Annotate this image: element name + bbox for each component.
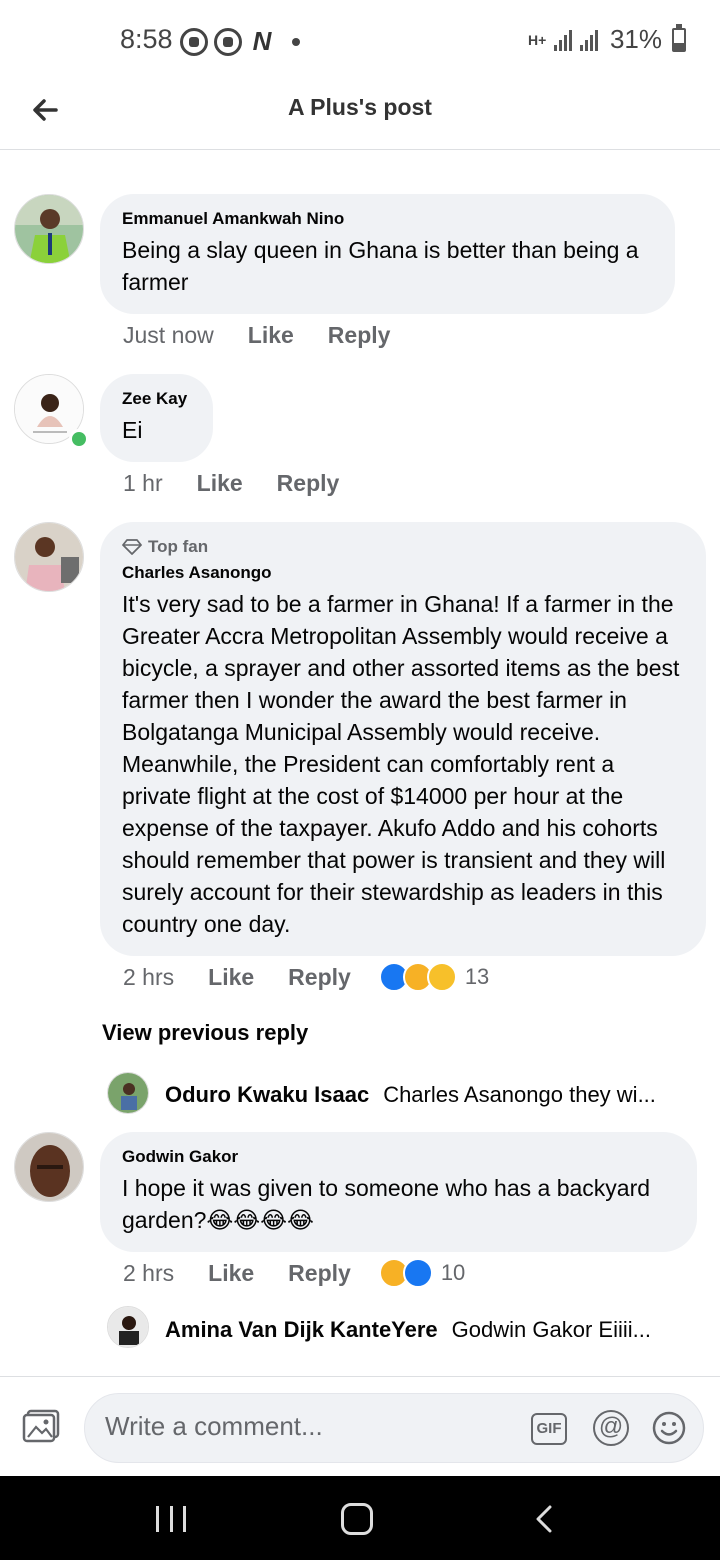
chevron-left-icon — [536, 1505, 552, 1533]
system-nav-bar — [0, 1476, 720, 1560]
reply-author[interactable]: Amina Van Dijk KanteYere — [165, 1317, 438, 1343]
emoji-icon — [652, 1411, 686, 1445]
reply-author[interactable]: Oduro Kwaku Isaac — [165, 1082, 369, 1108]
signal-icon — [553, 29, 572, 51]
comment-placeholder: Write a comment... — [105, 1411, 323, 1441]
n-app-icon: N — [252, 26, 272, 56]
data-arrows-icon: H+ — [527, 31, 547, 48]
comment-actions: 1 hr Like Reply — [123, 470, 339, 497]
diamond-icon — [122, 539, 142, 555]
whatsapp-icon — [214, 27, 242, 56]
comment-bubble[interactable]: Top fan Charles Asanongo It's very sad t… — [100, 522, 706, 956]
comment-bubble[interactable]: Emmanuel Amankwah Nino Being a slay quee… — [100, 194, 675, 314]
comment-text: Being a slay queen in Ghana is better th… — [122, 237, 639, 295]
mention-button[interactable]: @ — [593, 1410, 629, 1446]
status-notification-icons: N — [180, 26, 300, 57]
emoji-button[interactable] — [651, 1410, 687, 1446]
avatar[interactable] — [14, 522, 84, 592]
avatar[interactable] — [14, 1132, 84, 1202]
comment-actions: Just now Like Reply — [123, 322, 390, 349]
gif-button[interactable]: GIF — [531, 1413, 567, 1445]
reply-button[interactable]: Reply — [288, 964, 351, 991]
avatar[interactable] — [107, 1072, 149, 1114]
comment-input[interactable]: Write a comment... GIF @ — [84, 1393, 704, 1463]
comment-text: I hope it was given to someone who has a… — [122, 1175, 651, 1233]
comment-author[interactable]: Emmanuel Amankwah Nino — [122, 208, 653, 230]
battery-icon — [672, 23, 686, 52]
reply-button[interactable]: Reply — [328, 322, 391, 349]
top-fan-label: Top fan — [148, 537, 209, 556]
home-button[interactable] — [341, 1503, 373, 1535]
reaction-summary[interactable]: 10 — [378, 1258, 466, 1288]
comment-actions: 2 hrs Like Reply 13 — [123, 962, 489, 992]
online-indicator — [69, 429, 89, 449]
reply-button[interactable]: Reply — [288, 1260, 351, 1287]
status-system-icons: H+ 31% — [527, 23, 686, 55]
signal-icon — [579, 29, 598, 51]
comment-bubble[interactable]: Zee Kay Ei — [100, 374, 213, 462]
comment-author[interactable]: Charles Asanongo — [122, 562, 688, 584]
reply-text: Godwin Gakor Eiiii... — [451, 1317, 651, 1342]
comment-author[interactable]: Godwin Gakor — [122, 1146, 675, 1168]
photo-button[interactable] — [22, 1409, 60, 1443]
comment-bubble[interactable]: Godwin Gakor I hope it was given to some… — [100, 1132, 697, 1252]
comment-time: 2 hrs — [123, 963, 175, 990]
comment-time: Just now — [123, 322, 214, 348]
like-button[interactable]: Like — [208, 1260, 254, 1287]
like-reaction-icon — [402, 1258, 433, 1288]
reaction-summary[interactable]: 13 — [378, 962, 490, 992]
comment-author[interactable]: Zee Kay — [122, 388, 191, 410]
whatsapp-icon — [180, 27, 208, 56]
recent-apps-button[interactable] — [156, 1506, 186, 1532]
dot-icon — [292, 37, 300, 46]
like-button[interactable]: Like — [248, 322, 294, 349]
reaction-count: 10 — [440, 1260, 466, 1285]
reaction-count: 13 — [464, 964, 490, 989]
view-previous-reply-link[interactable]: View previous reply — [102, 1020, 308, 1046]
post-header: A Plus's post — [0, 84, 720, 150]
avatar[interactable] — [107, 1306, 149, 1348]
like-button[interactable]: Like — [208, 964, 254, 991]
comment-text: Ei — [122, 417, 143, 443]
page-title: A Plus's post — [288, 94, 432, 120]
system-back-button[interactable] — [530, 1504, 560, 1534]
status-time: 8:58 — [120, 24, 173, 54]
avatar[interactable] — [14, 194, 84, 264]
battery-percent: 31% — [609, 24, 662, 54]
reply-button[interactable]: Reply — [277, 470, 340, 497]
photo-icon — [22, 1409, 60, 1443]
like-button[interactable]: Like — [197, 470, 243, 497]
comment-actions: 2 hrs Like Reply 10 — [123, 1258, 465, 1288]
sad-reaction-icon — [426, 962, 457, 992]
reply-preview[interactable]: Oduro Kwaku Isaac Charles Asanongo they … — [165, 1082, 656, 1108]
comment-composer: Write a comment... GIF @ — [0, 1376, 720, 1476]
status-bar: 8:58 N H+ 31% — [0, 0, 720, 84]
reply-text: Charles Asanongo they wi... — [383, 1082, 656, 1107]
comment-text: It's very sad to be a farmer in Ghana! I… — [122, 591, 680, 937]
comment-time: 2 hrs — [123, 1259, 175, 1286]
comment-time: 1 hr — [123, 470, 163, 496]
top-fan-badge: Top fan — [122, 536, 688, 558]
reply-preview[interactable]: Amina Van Dijk KanteYere Godwin Gakor Ei… — [165, 1317, 651, 1343]
